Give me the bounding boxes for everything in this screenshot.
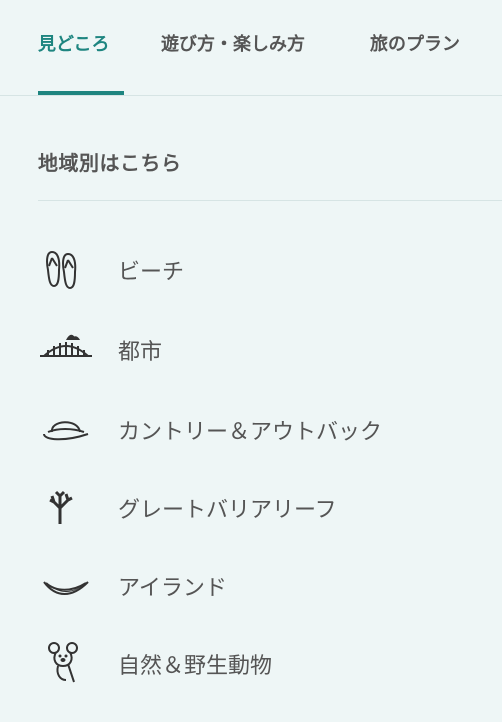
tab-travel-plans[interactable]: 旅のプラン [370, 30, 460, 56]
section-title: 地域別はこちら [38, 151, 182, 175]
tab-activities[interactable]: 遊び方・楽しみ方 [161, 30, 305, 56]
outback-hat-icon [38, 400, 94, 456]
region-label-island: アイランド [118, 576, 227, 601]
koala-icon [38, 634, 94, 690]
harbour-bridge-icon [38, 320, 94, 376]
region-label-country-outback: カントリー＆アウトバック [118, 420, 383, 445]
active-tab-indicator [38, 91, 124, 95]
region-label-city: 都市 [118, 340, 163, 365]
tab-bar: 見どころ 遊び方・楽しみ方 旅のプラン [0, 0, 502, 96]
flip-flops-icon [38, 240, 94, 296]
section-divider [38, 200, 502, 201]
region-item-country-outback[interactable]: カントリー＆アウトバック [38, 400, 478, 456]
region-item-nature-wildlife[interactable]: 自然＆野生動物 [38, 634, 478, 690]
tab-highlights[interactable]: 見どころ [38, 30, 109, 56]
region-item-beach[interactable]: ビーチ [38, 240, 478, 296]
region-label-nature-wildlife: 自然＆野生動物 [118, 654, 273, 679]
region-item-great-barrier-reef[interactable]: グレートバリアリーフ [38, 478, 478, 534]
region-item-island[interactable]: アイランド [38, 556, 478, 612]
coral-icon [38, 478, 94, 534]
region-item-city[interactable]: 都市 [38, 320, 478, 376]
region-label-beach: ビーチ [118, 260, 185, 285]
hammock-icon [38, 556, 94, 612]
region-label-great-barrier-reef: グレートバリアリーフ [118, 498, 337, 523]
